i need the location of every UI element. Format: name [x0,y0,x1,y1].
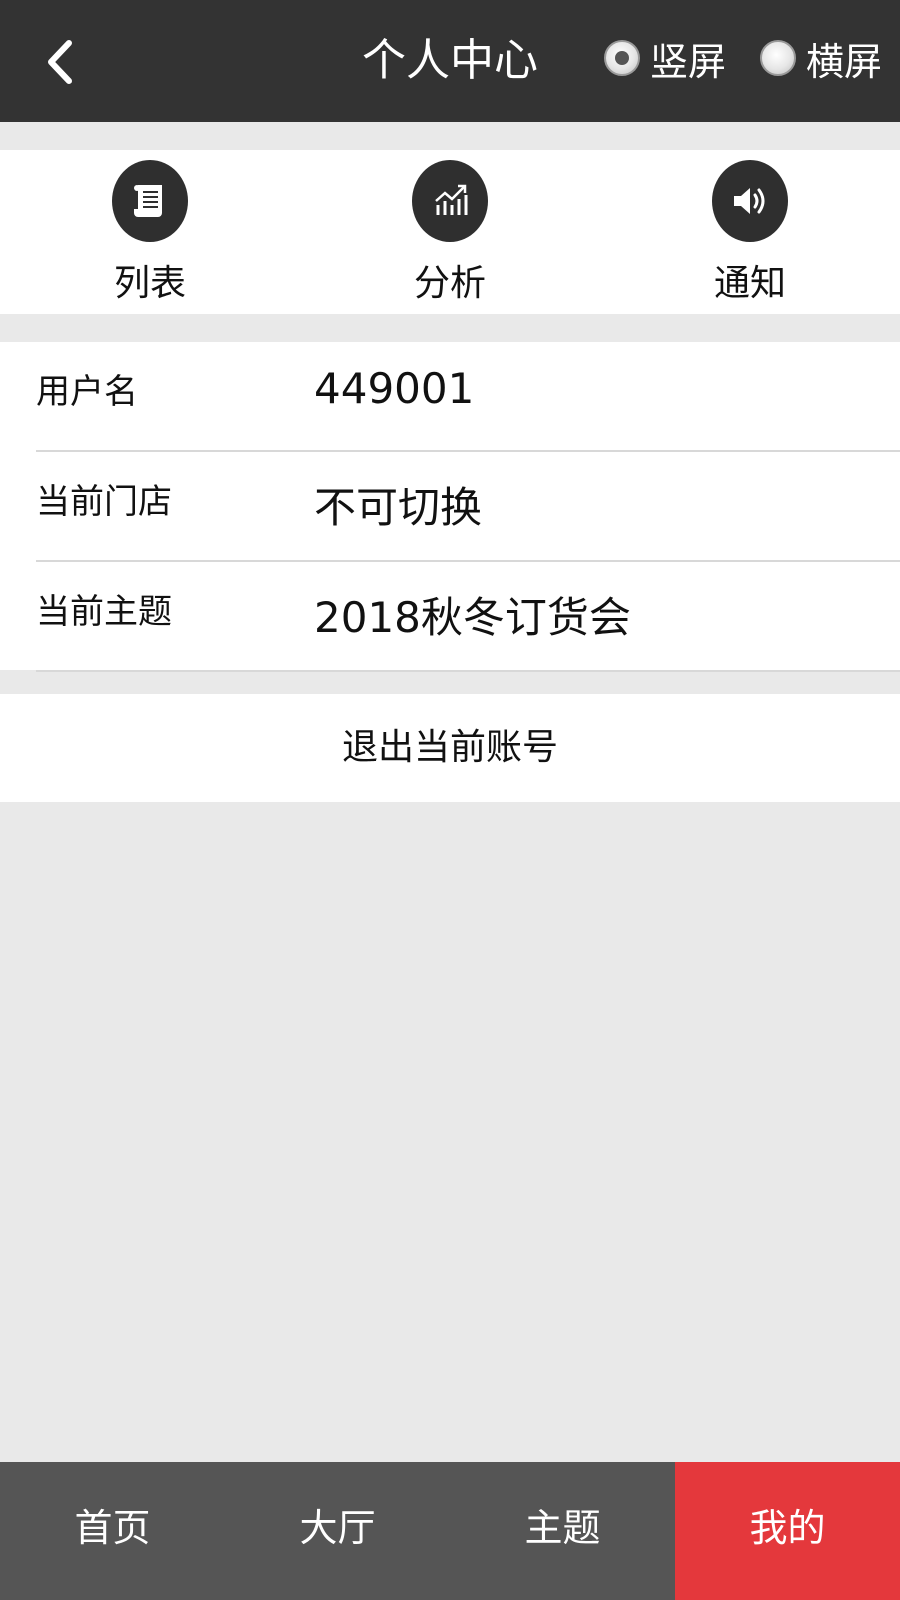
store-row[interactable]: 当前门店 不可切换 [0,452,900,562]
theme-value: 2018秋冬订货会 [314,593,631,642]
radio-checked-icon [604,40,640,76]
store-label: 当前门店 [36,482,172,522]
theme-row[interactable]: 当前主题 2018秋冬订货会 [0,562,900,672]
list-label: 列表 [113,263,186,304]
page-title: 个人中心 [362,35,538,86]
analysis-button[interactable]: 分析 [300,150,600,314]
speaker-icon [734,188,765,214]
top-header: 个人中心 竖屏 横屏 [0,0,900,122]
chart-analysis-icon [435,184,468,215]
quick-action-bar: 列表 分析 通知 [0,150,900,314]
analysis-label: 分析 [413,263,486,304]
user-info-panel: 用户名 449001 当前门店 不可切换 当前主题 2018秋冬订货会 [0,342,900,672]
landscape-label: 横屏 [806,39,883,84]
theme-label: 当前主题 [36,592,172,632]
radio-unchecked-icon [760,40,796,76]
nav-home[interactable]: 首页 [0,1462,225,1600]
username-label: 用户名 [36,372,138,412]
portrait-label: 竖屏 [650,39,727,84]
nav-hall[interactable]: 大厅 [225,1462,450,1600]
chevron-left-icon [48,40,72,84]
back-button[interactable] [30,30,90,94]
landscape-radio[interactable]: 横屏 [760,28,882,88]
list-button[interactable]: 列表 [0,150,300,314]
portrait-radio[interactable]: 竖屏 [604,28,726,88]
username-row: 用户名 449001 [0,342,900,452]
notice-label: 通知 [713,263,786,304]
nav-theme[interactable]: 主题 [450,1462,675,1600]
notice-button[interactable]: 通知 [600,150,900,314]
scroll-list-icon [134,185,162,217]
store-value: 不可切换 [314,483,483,532]
logout-button[interactable]: 退出当前账号 [0,694,900,802]
nav-mine[interactable]: 我的 [675,1462,900,1600]
username-value: 449001 [314,364,475,413]
bottom-nav: 首页 大厅 主题 我的 [0,1462,900,1600]
divider [36,670,900,672]
